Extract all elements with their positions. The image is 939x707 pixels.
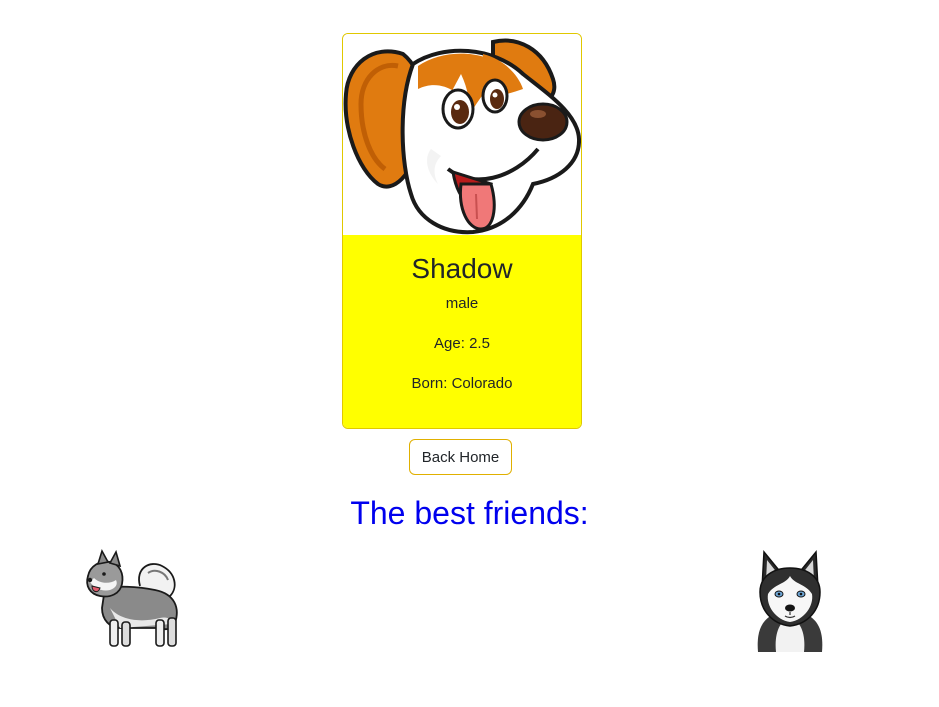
dog-birthplace: Born: Colorado xyxy=(411,375,513,392)
dog-detail-page: Shadow male Age: 2.5 Born: Colorado Back… xyxy=(0,0,939,707)
dog-info-panel: Shadow male Age: 2.5 Born: Colorado xyxy=(343,235,581,428)
friend-husky-portrait-image[interactable] xyxy=(748,548,832,652)
dog-name: Shadow xyxy=(411,253,513,284)
dog-cartoon-image xyxy=(343,34,581,235)
dog-age: Age: 2.5 xyxy=(434,335,490,352)
back-home-button[interactable]: Back Home xyxy=(409,439,512,475)
dog-card: Shadow male Age: 2.5 Born: Colorado xyxy=(342,33,582,429)
friend-husky-standing-image[interactable] xyxy=(80,548,184,652)
friends-heading: The best friends: xyxy=(350,495,589,531)
dog-gender: male xyxy=(445,295,479,312)
